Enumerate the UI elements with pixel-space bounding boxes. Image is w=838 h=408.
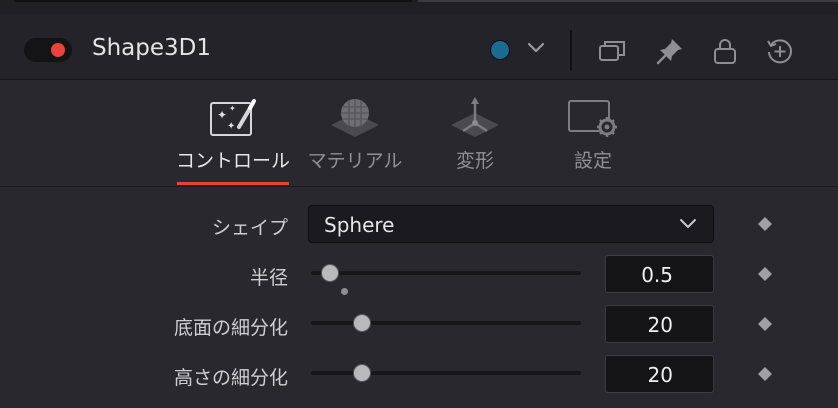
toggle-dot (51, 43, 65, 57)
transform-icon (451, 97, 499, 137)
tab-material[interactable]: マテリアル (290, 81, 420, 187)
active-tab-underline (177, 182, 289, 185)
keyframe-diamond-icon[interactable] (757, 366, 773, 382)
shape-dropdown[interactable]: Sphere (308, 205, 714, 243)
node-header: Shape3D1 (0, 14, 838, 80)
top-divider-right (418, 0, 838, 2)
tab-transform[interactable]: 変形 (410, 81, 540, 187)
settings-icon (568, 100, 617, 137)
node-enable-toggle[interactable] (24, 38, 72, 62)
pin-icon[interactable] (655, 36, 685, 66)
shape-value: Sphere (324, 213, 395, 237)
keyframe-diamond-icon[interactable] (757, 216, 773, 232)
radius-input[interactable]: 0.5 (605, 255, 714, 293)
top-divider-left (14, 0, 412, 2)
tab-material-label: マテリアル (307, 150, 403, 172)
svg-text:✦: ✦ (217, 108, 227, 122)
header-separator (570, 30, 572, 70)
height-subdivisions-label: 高さの細分化 (173, 367, 288, 389)
window-icon[interactable] (597, 36, 627, 66)
magic-wand-icon: ✦ ✦ ✦ (210, 99, 256, 136)
chevron-down-icon (680, 219, 696, 228)
material-sphere-icon (331, 99, 379, 137)
height-subdivisions-slider[interactable] (311, 364, 581, 382)
radius-value: 0.5 (641, 263, 673, 287)
svg-text:✦: ✦ (229, 104, 236, 113)
tab-transform-label: 変形 (455, 150, 494, 172)
radius-default-marker (341, 288, 348, 295)
shape-label: シェイプ (211, 217, 288, 239)
top-strip (0, 0, 838, 14)
base-subdivisions-slider-thumb[interactable] (353, 314, 371, 332)
lock-icon[interactable] (710, 36, 740, 66)
inspector-tabs: ✦ ✦ ✦ コントロール マテリアル 変形 設定 (0, 81, 838, 187)
base-subdivisions-value: 20 (647, 313, 673, 337)
node-title: Shape3D1 (92, 35, 211, 61)
tab-settings-label: 設定 (573, 150, 612, 172)
keyframe-diamond-icon[interactable] (757, 266, 773, 282)
tab-controls[interactable]: ✦ ✦ ✦ コントロール (168, 81, 298, 187)
reset-icon[interactable] (765, 36, 795, 66)
svg-text:✦: ✦ (227, 121, 235, 132)
keyframe-diamond-icon[interactable] (757, 316, 773, 332)
node-color-swatch[interactable] (490, 40, 510, 60)
base-subdivisions-slider[interactable] (311, 314, 581, 332)
radius-label: 半径 (249, 267, 288, 289)
height-subdivisions-value: 20 (647, 363, 673, 387)
controls-panel: シェイプ Sphere 半径 0.5 底面の細分化 20 高さの細分化 20 (0, 188, 838, 408)
height-subdivisions-input[interactable]: 20 (605, 355, 714, 393)
radius-slider-thumb[interactable] (321, 264, 339, 282)
tab-controls-label: コントロール (175, 150, 290, 172)
height-subdivisions-slider-thumb[interactable] (353, 364, 371, 382)
base-subdivisions-input[interactable]: 20 (605, 305, 714, 343)
tab-settings[interactable]: 設定 (528, 81, 658, 187)
chevron-down-icon[interactable] (527, 41, 545, 55)
base-subdivisions-label: 底面の細分化 (173, 317, 288, 339)
radius-slider[interactable] (311, 264, 581, 282)
